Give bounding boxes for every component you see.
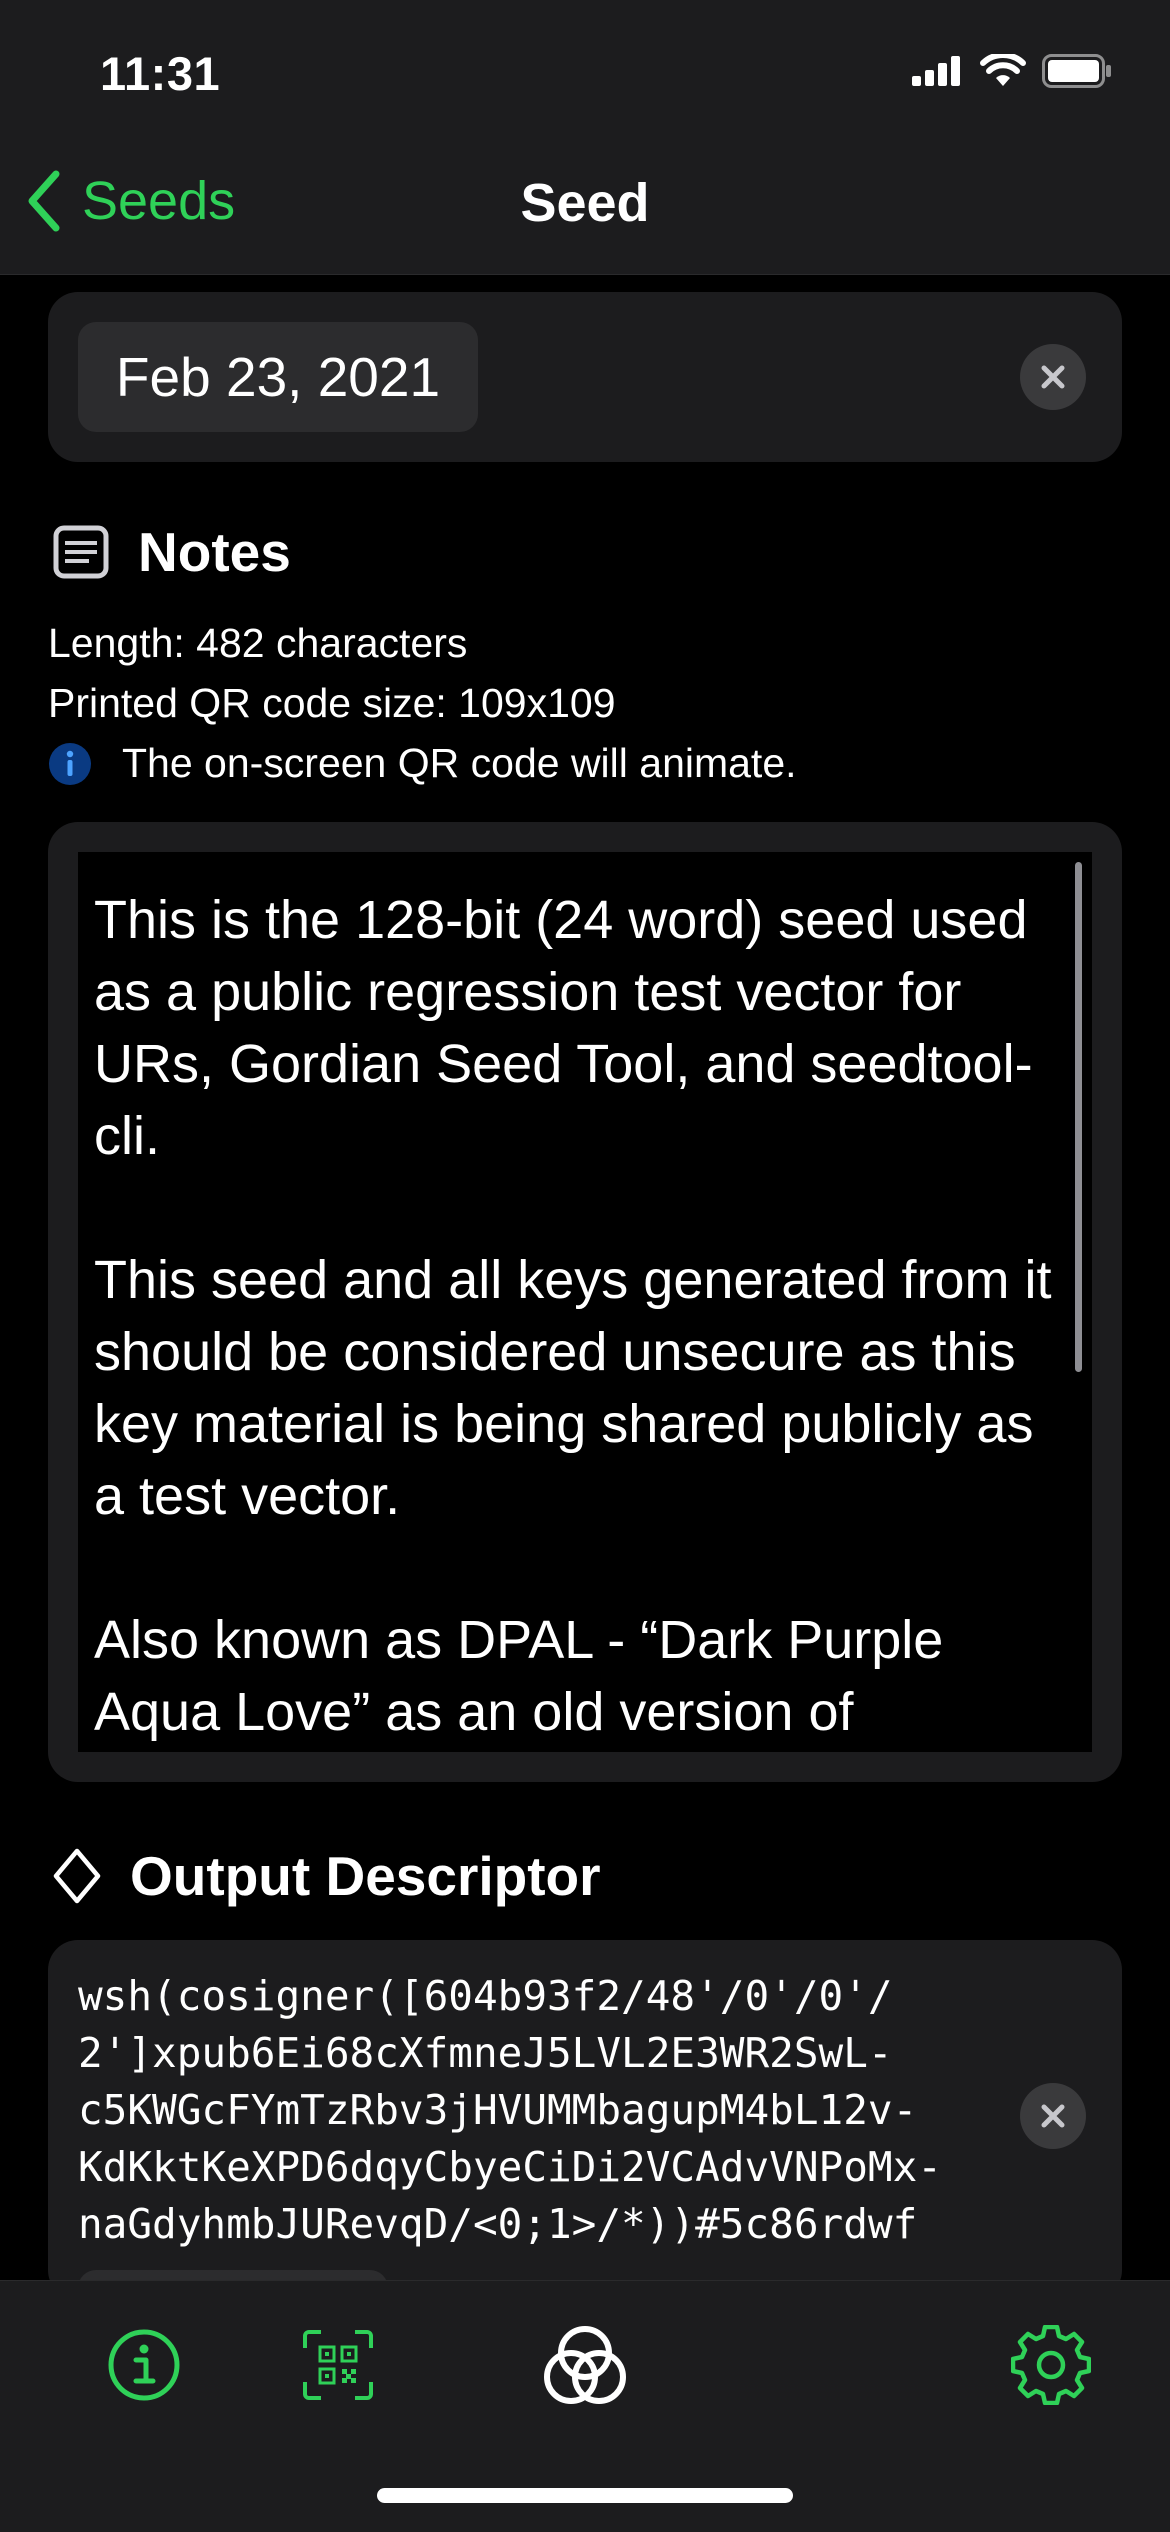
output-descriptor-card: wsh(cosigner([604b93f2/48'/0'/0'/ 2']xpu… (48, 1940, 1122, 2300)
qr-size: Printed QR code size: 109x109 (48, 680, 616, 726)
diamond-icon (53, 1848, 101, 1904)
notes-heading: Notes (138, 521, 291, 583)
notes-card: This is the 128-bit (24 word) seed used … (48, 822, 1122, 1782)
creation-date-card: Feb 23, 2021 (48, 292, 1122, 462)
info-circle-icon (49, 742, 91, 785)
descriptor-line: naGdyhmbJURevqD/<0;1>/*))#5c86rdwf (78, 2200, 918, 2248)
descriptor-line: 2']xpub6Ei68cXfmneJ5LVL2E3WR2SwL- (78, 2029, 893, 2077)
clear-date-button[interactable] (1020, 344, 1086, 410)
top-bar: 11:31 Seeds Seed (0, 0, 1170, 275)
qr-animate-info: The on-screen QR code will animate. (48, 740, 797, 787)
scan-qr-button[interactable] (298, 2325, 378, 2405)
notes-icon (53, 525, 109, 579)
app-logo-icon (544, 2326, 626, 2404)
seed-detail-screen: 11:31 Seeds Seed Feb 23, 2021 Notes Leng… (0, 0, 1170, 2532)
settings-button[interactable] (1010, 2324, 1092, 2406)
battery-icon (1042, 54, 1111, 88)
notes-header: Notes (52, 520, 291, 584)
gear-icon (1011, 2325, 1091, 2405)
app-logo-button[interactable] (535, 2317, 635, 2417)
descriptor-line: KdKktKeXPD6dqyCbyeCiDi2VCAdvVNPoMx- (78, 2143, 942, 2191)
date-picker[interactable]: Feb 23, 2021 (78, 322, 478, 432)
notes-text-editor[interactable]: This is the 128-bit (24 word) seed used … (78, 852, 1092, 1752)
info-button[interactable] (104, 2325, 184, 2405)
notes-length: Length: 482 characters (48, 620, 468, 666)
clear-descriptor-button[interactable] (1020, 2083, 1086, 2149)
descriptor-line: c5KWGcFYmTzRbv3jHVUMMbagupM4bL12v- (78, 2086, 918, 2134)
output-descriptor-text[interactable]: wsh(cosigner([604b93f2/48'/0'/0'/ 2']xpu… (78, 1968, 1038, 2253)
status-time: 11:31 (100, 47, 221, 100)
info-icon (108, 2329, 180, 2401)
close-icon (1041, 2104, 1065, 2128)
home-indicator[interactable] (377, 2488, 793, 2503)
output-descriptor-heading: Output Descriptor (130, 1845, 601, 1907)
notes-text: This is the 128-bit (24 word) seed used … (94, 890, 1052, 1742)
close-icon (1041, 365, 1065, 389)
info-text: The on-screen QR code will animate. (122, 740, 797, 786)
output-descriptor-header: Output Descriptor (52, 1844, 601, 1908)
wifi-icon (980, 54, 1026, 86)
page-title: Seed (520, 173, 650, 233)
cellular-signal-icon (912, 56, 960, 86)
descriptor-line: wsh(cosigner([604b93f2/48'/0'/0'/ (78, 1972, 893, 2020)
notes-scrollbar[interactable] (1075, 862, 1082, 1372)
qr-scan-icon (303, 2330, 373, 2400)
status-icons (912, 54, 1112, 88)
